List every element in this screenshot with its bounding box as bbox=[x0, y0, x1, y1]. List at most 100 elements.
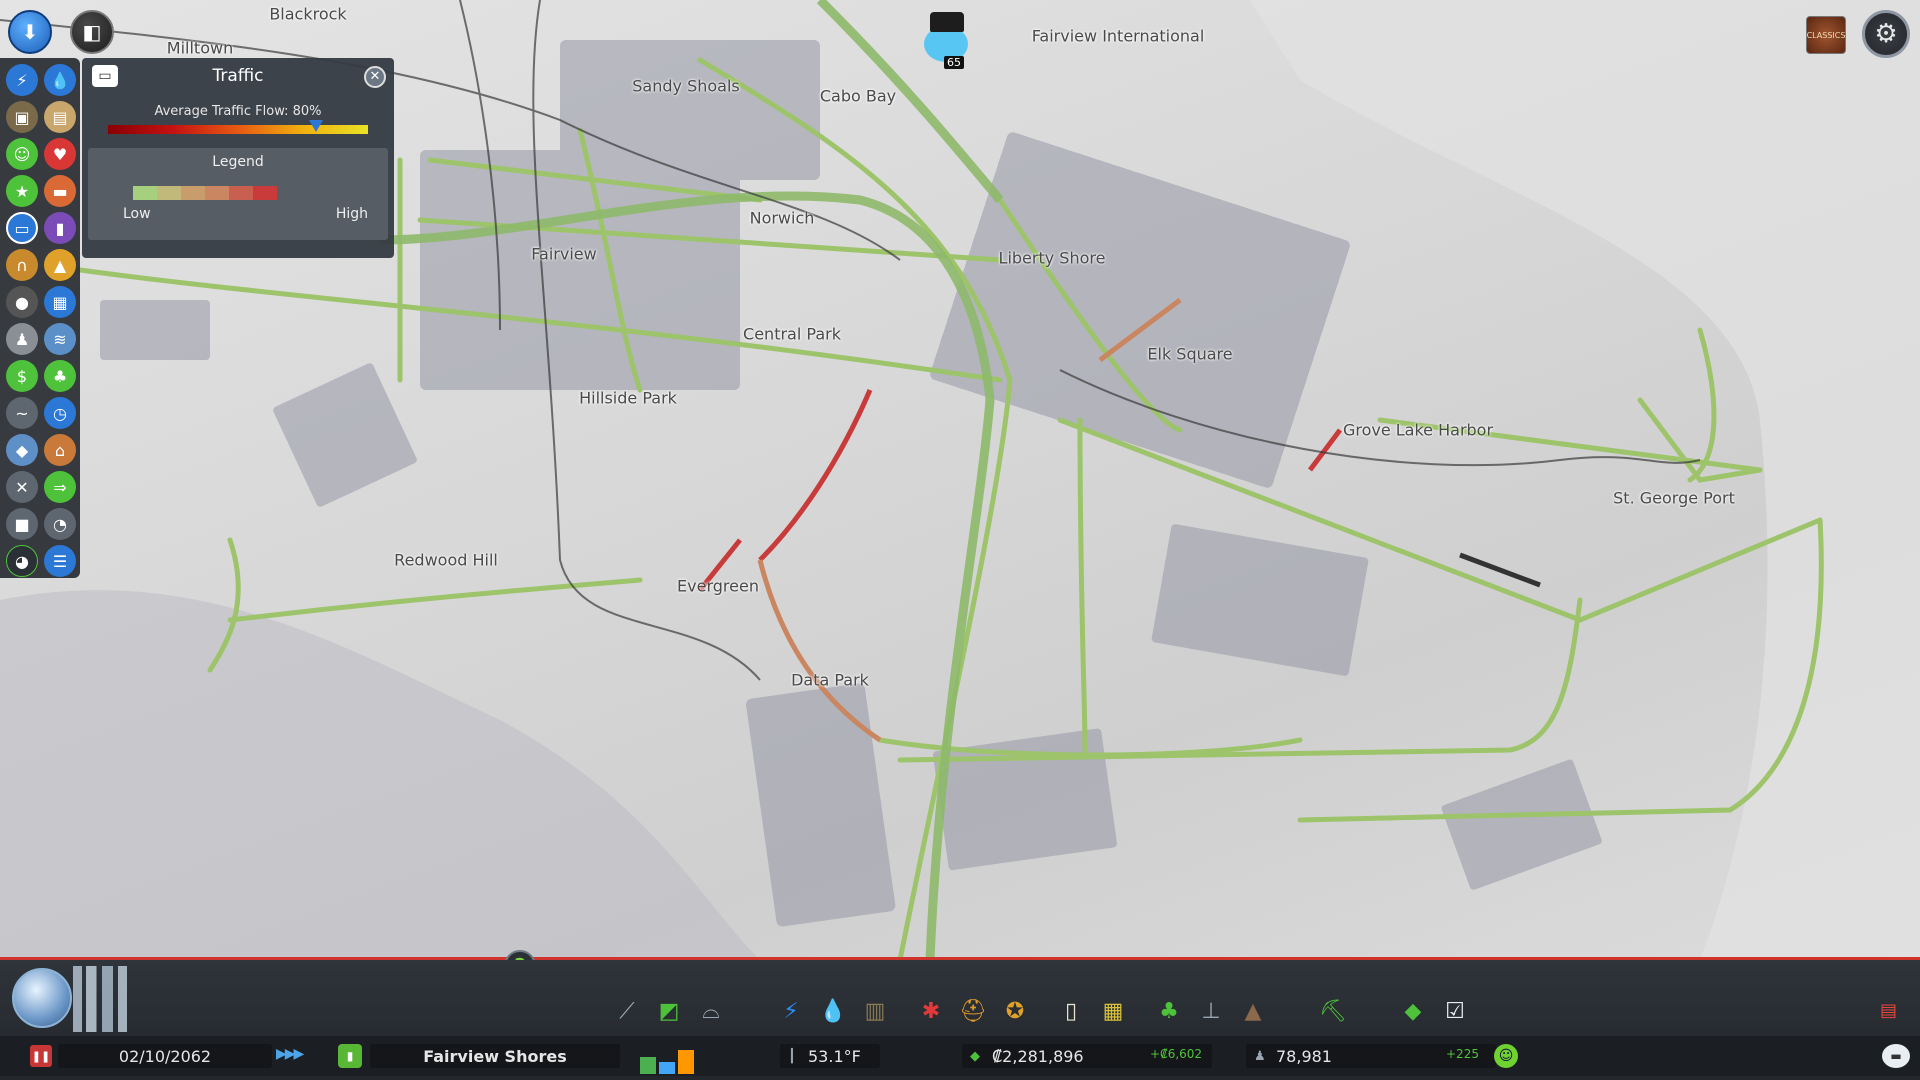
traffic-flow-marker bbox=[309, 120, 323, 132]
chirper-hat-icon bbox=[930, 12, 964, 32]
police-category-button[interactable]: ✪ bbox=[1000, 996, 1030, 1026]
info-views-button[interactable]: ⬇ bbox=[8, 10, 52, 54]
electricity-view-button[interactable]: ⚡ bbox=[6, 64, 38, 96]
district-label[interactable]: Central Park bbox=[743, 325, 841, 344]
transport-category-button[interactable]: ▦ bbox=[1098, 996, 1128, 1026]
district-label[interactable]: Grove Lake Harbor bbox=[1343, 421, 1493, 440]
zoning-icon: ◩ bbox=[658, 998, 680, 1024]
chirper-button[interactable]: 65 bbox=[918, 8, 974, 69]
district-label[interactable]: Blackrock bbox=[269, 5, 346, 24]
settings-button[interactable]: ⚙ bbox=[1862, 10, 1910, 58]
land-value-view-button[interactable]: $ bbox=[6, 360, 38, 392]
policies-button[interactable]: ☑ bbox=[1440, 996, 1470, 1026]
district-label[interactable]: Evergreen bbox=[677, 577, 759, 596]
lightning-icon: ⚡ bbox=[16, 70, 28, 90]
water-view-button[interactable]: 💧 bbox=[44, 64, 76, 96]
traffic-panel: ▭ Traffic ✕ Average Traffic Flow: 80% Le… bbox=[82, 58, 394, 258]
legend-swatch bbox=[181, 186, 205, 200]
economy-button[interactable]: ◆ bbox=[1398, 996, 1428, 1026]
population-view-button[interactable]: ♟ bbox=[6, 323, 38, 355]
buildings-view-button[interactable]: ▤ bbox=[44, 101, 76, 133]
unlock-button[interactable]: ▤ bbox=[1880, 1000, 1910, 1026]
attractiveness-view-button[interactable]: ★ bbox=[6, 175, 38, 207]
car-icon: ▭ bbox=[92, 65, 118, 87]
healthcare-category-button[interactable]: ✱ bbox=[916, 996, 946, 1026]
maintenance-view-button[interactable]: ✕ bbox=[6, 471, 38, 503]
natural-resources-view-button[interactable]: ♣ bbox=[44, 360, 76, 392]
education-category-button[interactable]: ▯ bbox=[1056, 996, 1086, 1026]
crime-view-button[interactable]: ● bbox=[6, 286, 38, 318]
roads-category-button[interactable]: ⟋ bbox=[612, 996, 642, 1026]
traffic-legend: Legend Low High bbox=[88, 148, 388, 240]
water-category-button[interactable]: 💧 bbox=[818, 996, 848, 1026]
mountain-icon: ▲ bbox=[1244, 998, 1262, 1024]
road-icon: ⟋ bbox=[619, 998, 635, 1024]
noise-view-button[interactable]: ~ bbox=[6, 397, 38, 429]
wind-speed-view-button[interactable]: ◆ bbox=[6, 434, 38, 466]
district-label[interactable]: Fairview bbox=[531, 245, 596, 264]
district-label[interactable]: Liberty Shore bbox=[999, 249, 1106, 268]
unique-buildings-category-button[interactable]: ⊥ bbox=[1196, 996, 1226, 1026]
road-maintenance-view-button[interactable]: ⇒ bbox=[44, 471, 76, 503]
classics-label: CLASSICS bbox=[1806, 30, 1846, 40]
temperature-text: 53.1°F bbox=[808, 1046, 861, 1066]
district-label[interactable]: Norwich bbox=[750, 209, 815, 228]
heart-icon: ♥ bbox=[52, 144, 68, 164]
city-emblem-button[interactable] bbox=[6, 964, 156, 1036]
pollution-view-button[interactable]: ≋ bbox=[44, 323, 76, 355]
wind-view-button[interactable]: ∩ bbox=[6, 249, 38, 281]
district-label[interactable]: Fairview International bbox=[1032, 27, 1205, 46]
bulldozer-button[interactable]: ⛏ bbox=[1318, 996, 1348, 1026]
health-view-button[interactable]: ♥ bbox=[44, 138, 76, 170]
globe-icon bbox=[12, 968, 72, 1028]
snow-view-button[interactable]: ■ bbox=[6, 508, 38, 540]
districts-category-button[interactable]: ⌓ bbox=[696, 996, 726, 1026]
city-name-display[interactable]: Fairview Shores bbox=[370, 1044, 620, 1068]
tourism-view-button[interactable]: ◕ bbox=[6, 545, 38, 577]
district-label[interactable]: Cabo Bay bbox=[820, 87, 896, 106]
population-delta-text: +225 bbox=[1446, 1047, 1479, 1061]
public-transport-view-button[interactable]: ▦ bbox=[44, 286, 76, 318]
traffic-panel-title: Traffic bbox=[212, 66, 264, 86]
garbage-view-button[interactable]: ▣ bbox=[6, 101, 38, 133]
happiness-view-button[interactable]: ☺ bbox=[6, 138, 38, 170]
close-icon[interactable]: ✕ bbox=[364, 66, 386, 88]
police-view-button[interactable]: ▲ bbox=[44, 249, 76, 281]
district-label[interactable]: Data Park bbox=[791, 671, 869, 690]
district-label[interactable]: Sandy Shoals bbox=[632, 77, 739, 96]
fire-view-button[interactable]: ▬ bbox=[44, 175, 76, 207]
district-label[interactable]: Hillside Park bbox=[579, 389, 677, 408]
fire-helmet-icon: ⛑ bbox=[959, 998, 987, 1024]
money-delta-text: +₡6,602 bbox=[1150, 1047, 1203, 1061]
classics-button[interactable]: CLASSICS bbox=[1806, 16, 1846, 54]
square-icon: ■ bbox=[14, 514, 30, 534]
district-label[interactable]: Milltown bbox=[167, 39, 233, 58]
district-label[interactable]: St. George Port bbox=[1613, 489, 1735, 508]
fire-category-button[interactable]: ⛑ bbox=[958, 996, 988, 1026]
legend-color-scale bbox=[133, 186, 277, 200]
outside-connections-view-button[interactable]: ◷ bbox=[44, 397, 76, 429]
info-view-toolbar: ⚡ 💧 ▣ ▤ ☺ ♥ ★ ▬ ▭ ▮ ∩ ▲ ● ▦ ♟ ≋ $ ♣ ~ ◷ … bbox=[0, 58, 80, 578]
legend-swatch bbox=[157, 186, 181, 200]
heating-view-button[interactable]: ◔ bbox=[44, 508, 76, 540]
landscaping-category-button[interactable]: ▲ bbox=[1238, 996, 1268, 1026]
electricity-category-button[interactable]: ⚡ bbox=[776, 996, 806, 1026]
chirp-message-button[interactable]: ▬ bbox=[1882, 1044, 1910, 1068]
levels-view-button[interactable]: ☰ bbox=[44, 545, 76, 577]
city-info-button[interactable]: ▮ bbox=[338, 1044, 362, 1068]
happiness-icon[interactable]: ☺ bbox=[1494, 1044, 1518, 1068]
district-label[interactable]: Redwood Hill bbox=[394, 551, 498, 570]
education-view-button[interactable]: ▮ bbox=[44, 212, 76, 244]
parks-category-button[interactable]: ♣ bbox=[1154, 996, 1184, 1026]
traffic-view-button[interactable]: ▭ bbox=[6, 212, 38, 244]
game-speed-button[interactable]: ▶▶▶ bbox=[276, 1046, 304, 1062]
roads-button[interactable]: ◧ bbox=[70, 10, 114, 54]
wind-icon: ◆ bbox=[15, 440, 29, 460]
fire-safety-view-button[interactable]: ⌂ bbox=[44, 434, 76, 466]
pause-button[interactable]: ❚❚ bbox=[30, 1045, 52, 1067]
garbage-category-button[interactable]: ▥ bbox=[860, 996, 890, 1026]
skyline-icon bbox=[66, 966, 156, 1032]
zoning-category-button[interactable]: ◩ bbox=[654, 996, 684, 1026]
district-label[interactable]: Elk Square bbox=[1147, 345, 1232, 364]
gauge-icon: ◔ bbox=[53, 514, 67, 534]
